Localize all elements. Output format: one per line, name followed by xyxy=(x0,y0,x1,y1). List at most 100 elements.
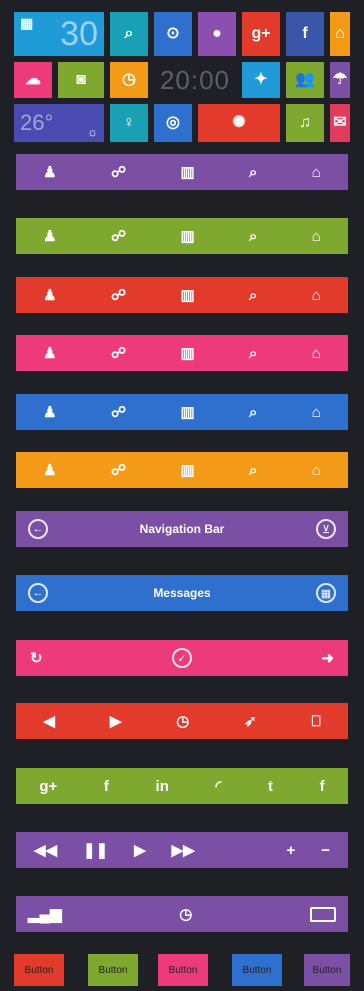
trash-icon[interactable]: ▥ xyxy=(180,229,194,244)
home-icon[interactable]: ⌂ xyxy=(312,346,321,361)
linkedin-icon[interactable]: in xyxy=(156,779,169,794)
icon-bar-orange: ♟ ☍ ▥ ⌕ ⌂ xyxy=(16,452,348,488)
twitter-tile[interactable]: ✦ xyxy=(242,62,280,98)
search-icon[interactable]: ⌕ xyxy=(249,346,257,361)
status-bar: ▂▄▆ ◷ xyxy=(16,896,348,932)
share-arrow-icon[interactable]: ➜ xyxy=(321,651,334,666)
play-tile[interactable]: ⊙ xyxy=(154,12,192,56)
user-icon[interactable]: ♟ xyxy=(43,405,56,420)
facebook-icon[interactable]: f xyxy=(104,779,109,794)
microphone-tile[interactable]: ♀ xyxy=(110,104,148,142)
user-icon[interactable]: ♟ xyxy=(43,165,56,180)
plus-icon[interactable]: + xyxy=(287,843,296,858)
home-icon[interactable]: ⌂ xyxy=(312,165,321,180)
social-bar: g+ f in ◜ t f xyxy=(16,768,348,804)
refresh-icon[interactable]: ↻ xyxy=(30,651,43,666)
home-icon[interactable]: ⌂ xyxy=(312,229,321,244)
camera-tile[interactable]: ◙ xyxy=(58,62,104,98)
play-icon[interactable]: ▶ xyxy=(134,843,146,858)
cloud-download-tile[interactable]: ☁ xyxy=(14,62,52,98)
search-icon[interactable]: ⌕ xyxy=(249,288,257,303)
compass-tile[interactable]: ◎ xyxy=(154,104,192,142)
previous-icon[interactable]: ◀ xyxy=(43,714,55,729)
chat-icon[interactable]: ☍ xyxy=(111,405,126,420)
clock-tile[interactable]: ◷ xyxy=(110,62,148,98)
user-icon[interactable]: ♟ xyxy=(43,346,56,361)
next-icon[interactable]: ▶ xyxy=(110,714,122,729)
button-purple[interactable]: Button xyxy=(304,954,350,986)
search-icon[interactable]: ⌕ xyxy=(249,229,257,244)
mail-icon: ✉ xyxy=(333,114,347,131)
icon-bar-green: ♟ ☍ ▥ ⌕ ⌂ xyxy=(16,218,348,254)
cart-icon[interactable]: ⊻ xyxy=(316,519,336,539)
map-pin-tile[interactable]: ● xyxy=(198,12,236,56)
chat-icon[interactable]: ☍ xyxy=(111,288,126,303)
google-plus-tile[interactable]: g+ xyxy=(242,12,280,56)
search-icon[interactable]: ⌕ xyxy=(249,405,257,420)
checkmark-icon[interactable]: ✓ xyxy=(172,648,192,668)
navigation-bar: ← Navigation Bar ⊻ xyxy=(16,511,348,547)
time-tile: 20:00 xyxy=(154,62,236,98)
facebook-tile[interactable]: f xyxy=(286,12,324,56)
trash-icon[interactable]: ▥ xyxy=(180,405,194,420)
microphone-icon: ♀ xyxy=(123,114,135,131)
calendar-icon[interactable]: ▦ xyxy=(316,583,336,603)
settings-icon: ✺ xyxy=(232,114,246,131)
chat-icon[interactable]: ☍ xyxy=(111,229,126,244)
trash-icon[interactable]: ▥ xyxy=(180,165,194,180)
user-icon[interactable]: ♟ xyxy=(43,229,56,244)
lock-tile[interactable]: ⌂ xyxy=(330,12,350,56)
play-icon: ⊙ xyxy=(166,25,180,42)
facebook-icon[interactable]: f xyxy=(320,779,325,794)
button-pink[interactable]: Button xyxy=(158,954,208,986)
signal-icon: ▂▄▆ xyxy=(28,905,62,923)
button-green[interactable]: Button xyxy=(88,954,138,986)
rss-icon[interactable]: ◜ xyxy=(216,779,222,794)
calendar-icon: ▦ xyxy=(20,15,34,31)
trash-icon[interactable]: ▥ xyxy=(180,463,194,478)
google-plus-icon: g+ xyxy=(251,25,271,42)
user-icon[interactable]: ♟ xyxy=(43,288,56,303)
rewind-icon[interactable]: ◀◀ xyxy=(34,843,57,858)
contacts-tile[interactable]: 👥 xyxy=(286,62,324,98)
chat-icon[interactable]: ☍ xyxy=(111,346,126,361)
weather-icon: ☂ xyxy=(332,71,348,88)
chat-icon[interactable]: ☍ xyxy=(111,463,126,478)
search-icon[interactable]: ⌕ xyxy=(249,463,257,478)
clock-icon[interactable]: ◷ xyxy=(176,714,189,729)
mail-tile[interactable]: ✉ xyxy=(330,104,350,142)
icon-bar-red: ♟ ☍ ▥ ⌕ ⌂ xyxy=(16,277,348,313)
button-red[interactable]: Button xyxy=(14,954,64,986)
facebook-icon: f xyxy=(302,25,308,42)
button-row: Button Button Button Button Button xyxy=(14,954,350,986)
pause-icon[interactable]: ❚❚ xyxy=(83,843,108,858)
clock-icon[interactable]: ◷ xyxy=(179,907,192,922)
home-icon[interactable]: ⌂ xyxy=(312,463,321,478)
back-arrow-icon[interactable]: ← xyxy=(28,519,48,539)
weather-tile[interactable]: ☂ xyxy=(330,62,350,98)
lock-icon: ⌂ xyxy=(335,25,345,42)
battery-icon xyxy=(309,906,336,922)
home-icon[interactable]: ⌂ xyxy=(312,405,321,420)
book-icon[interactable]: ⎕ xyxy=(312,714,321,729)
search-tile[interactable]: ⌕ xyxy=(110,12,148,56)
trash-icon[interactable]: ▥ xyxy=(180,346,194,361)
twitter-icon[interactable]: t xyxy=(268,779,273,794)
minus-icon[interactable]: − xyxy=(321,843,330,858)
google-plus-icon[interactable]: g+ xyxy=(39,779,57,794)
chat-icon[interactable]: ☍ xyxy=(111,165,126,180)
search-icon[interactable]: ⌕ xyxy=(249,165,257,180)
button-blue[interactable]: Button xyxy=(232,954,282,986)
user-icon[interactable]: ♟ xyxy=(43,463,56,478)
temperature-value: 26° xyxy=(20,110,54,135)
fast-forward-icon[interactable]: ▶▶ xyxy=(172,843,195,858)
messages-bar: ← Messages ▦ xyxy=(16,575,348,611)
trash-icon[interactable]: ▥ xyxy=(180,288,194,303)
calendar-tile[interactable]: ▦ 30 xyxy=(14,12,104,56)
back-arrow-icon[interactable]: ← xyxy=(28,583,48,603)
location-arrow-icon[interactable]: ➶ xyxy=(244,714,257,729)
home-icon[interactable]: ⌂ xyxy=(312,288,321,303)
bell-tile[interactable]: ♫ xyxy=(286,104,324,142)
camera-icon: ◙ xyxy=(76,71,86,88)
settings-tile[interactable]: ✺ xyxy=(198,104,280,142)
